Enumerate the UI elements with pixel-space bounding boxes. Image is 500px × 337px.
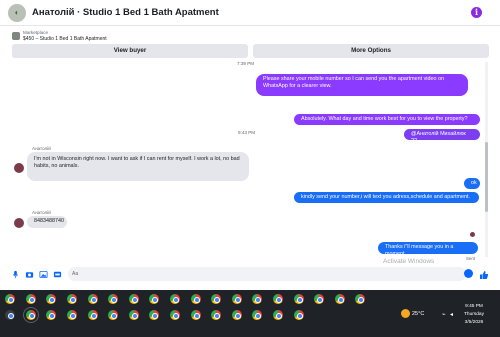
chrome-icon[interactable] — [128, 294, 139, 304]
gif-icon[interactable] — [53, 270, 62, 279]
chrome-icon[interactable] — [231, 310, 242, 320]
message-incoming[interactable]: 8483488740 — [27, 216, 67, 228]
clock-time: 9:45 PM — [465, 304, 483, 309]
timestamp: 7:39 PM — [237, 61, 255, 66]
chrome-icon[interactable] — [293, 294, 304, 304]
more-options-button[interactable]: More Options — [253, 44, 489, 58]
chrome-icon[interactable] — [252, 294, 263, 304]
chat-header: ◐ Анатолій · Studio 1 Bed 1 Bath Apatmen… — [0, 0, 500, 26]
taskbar: 25°C ⌁ ◂ 9:45 PM Thursday 3/5/2026 — [0, 290, 500, 337]
chrome-icon[interactable] — [211, 310, 222, 320]
clock-date: 3/5/2026 — [464, 320, 484, 325]
chrome-icon[interactable] — [149, 294, 160, 304]
chrome-icon[interactable] — [252, 310, 263, 320]
listing-thumbnail-icon — [12, 31, 20, 40]
chrome-icon[interactable] — [108, 310, 119, 320]
taskbar-row-top — [0, 294, 371, 304]
sent-status: Sent — [466, 256, 476, 261]
message-outgoing[interactable]: Absolutely. What day and time work best … — [294, 114, 480, 125]
message-outgoing[interactable]: ok — [464, 178, 480, 189]
scrollbar-thumb[interactable] — [485, 142, 488, 212]
seen-avatar — [470, 232, 475, 237]
microphone-icon[interactable] — [11, 270, 20, 279]
listing-price-title: $450 – Studio 1 Bed 1 Bath Apatment — [23, 35, 107, 42]
chrome-icon[interactable] — [87, 294, 98, 304]
message-outgoing[interactable]: @Анатолій Михайлюк ?? — [404, 129, 480, 144]
avatar[interactable] — [14, 163, 24, 173]
chrome-icon[interactable] — [108, 294, 119, 304]
chrome-icon[interactable] — [67, 310, 78, 320]
listing-strip[interactable]: Marketplace $450 – Studio 1 Bed 1 Bath A… — [0, 27, 500, 44]
action-buttons: View buyer More Options — [12, 44, 489, 58]
avatar[interactable] — [14, 218, 24, 228]
like-icon[interactable] — [479, 267, 489, 279]
system-tray: 25°C ⌁ ◂ 9:45 PM Thursday 3/5/2026 — [385, 290, 500, 337]
chrome-icon[interactable] — [46, 310, 57, 320]
message-incoming[interactable]: I'm not in Wisconsin right now. I want t… — [27, 152, 249, 181]
chrome-icon[interactable] — [170, 294, 181, 304]
chrome-icon[interactable] — [25, 294, 36, 304]
temperature[interactable]: 25°C — [412, 311, 424, 317]
image-icon[interactable] — [39, 270, 48, 279]
volume-icon[interactable]: ◂ — [450, 311, 453, 318]
chrome-icon[interactable] — [334, 294, 345, 304]
scrollbar[interactable] — [485, 62, 488, 257]
chrome-icon[interactable] — [273, 310, 284, 320]
clock-day: Thursday — [464, 312, 484, 317]
network-icon[interactable]: ⌁ — [442, 311, 446, 318]
camera-icon[interactable] — [25, 270, 34, 279]
message-list: 7:39 PM Please share your mobile number … — [0, 58, 500, 272]
message-outgoing[interactable]: kindly send your number,i will text you … — [294, 192, 479, 203]
chrome-icon[interactable] — [231, 294, 242, 304]
chrome-icon[interactable] — [314, 294, 325, 304]
chrome-icon[interactable] — [211, 294, 222, 304]
chrome-icon[interactable] — [355, 294, 366, 304]
chrome-icon[interactable] — [149, 310, 160, 320]
chrome-icon[interactable] — [5, 294, 16, 304]
chrome-icon[interactable] — [190, 294, 201, 304]
chrome-icon[interactable] — [87, 310, 98, 320]
chrome-icon[interactable] — [22, 307, 39, 323]
chrome-icon[interactable] — [46, 294, 57, 304]
sender-name: Анатолій — [32, 210, 51, 215]
info-icon[interactable]: i — [471, 7, 482, 18]
message-composer: Aa — [0, 262, 500, 286]
chrome-icon[interactable] — [273, 294, 284, 304]
chrome-icon[interactable] — [190, 310, 201, 320]
chrome-icon[interactable] — [170, 310, 181, 320]
message-outgoing[interactable]: Thanks i"ll message you in a moment — [378, 242, 478, 257]
timestamp: 9:43 PM — [238, 130, 256, 135]
view-buyer-button[interactable]: View buyer — [12, 44, 248, 58]
sender-name: Анатолій — [32, 146, 51, 151]
message-input[interactable]: Aa — [68, 267, 466, 281]
start-icon[interactable] — [5, 310, 16, 320]
chrome-icon[interactable] — [128, 310, 139, 320]
chrome-icon[interactable] — [293, 310, 304, 320]
chat-title[interactable]: Анатолій · Studio 1 Bed 1 Bath Apatment — [32, 7, 219, 18]
clock[interactable]: 9:45 PM Thursday 3/5/2026 — [460, 303, 488, 327]
taskbar-row-bottom — [0, 307, 309, 323]
emoji-icon[interactable] — [464, 269, 473, 278]
messenger-window: ◐ Анатолій · Studio 1 Bed 1 Bath Apatmen… — [0, 0, 500, 290]
weather-icon[interactable] — [401, 309, 410, 318]
message-outgoing[interactable]: Please share your mobile number so I can… — [256, 74, 468, 96]
chrome-icon[interactable] — [67, 294, 78, 304]
avatar[interactable]: ◐ — [8, 3, 26, 22]
